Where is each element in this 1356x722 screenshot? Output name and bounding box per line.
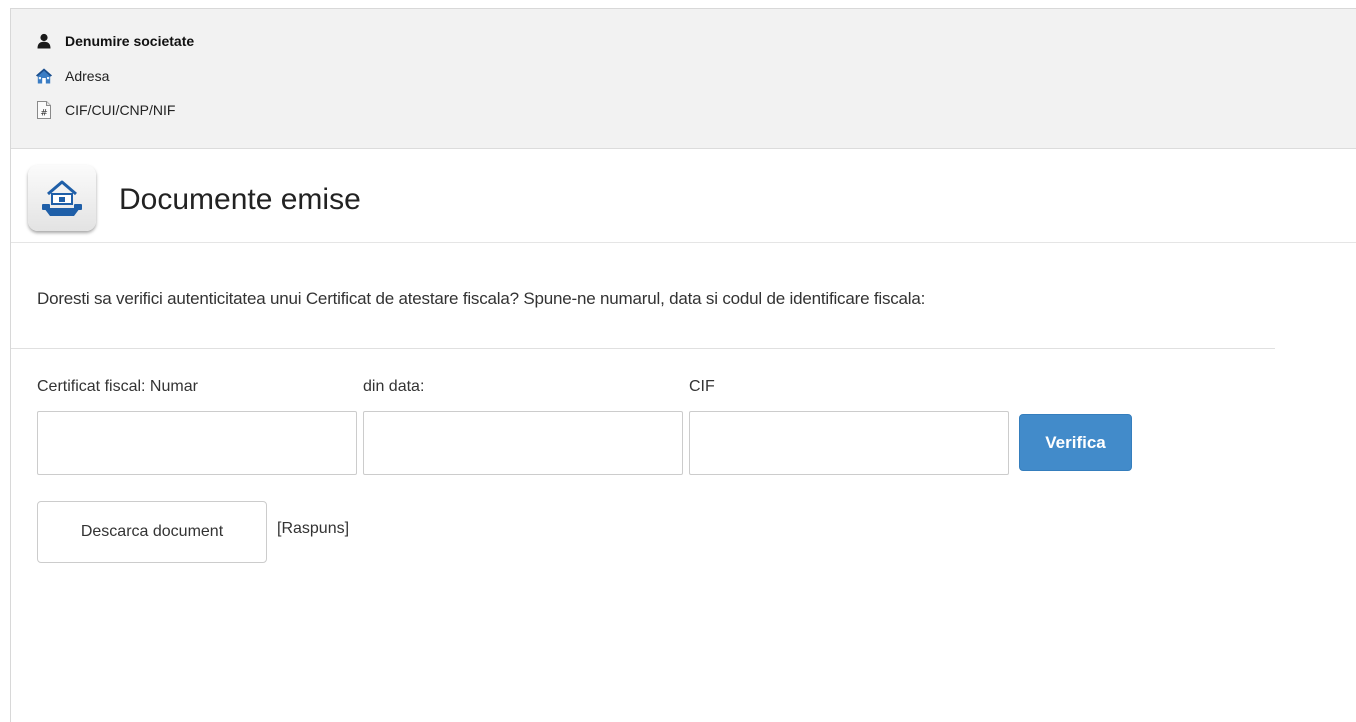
house-document-icon [28, 165, 96, 231]
company-name-label: Denumire societate [65, 33, 195, 49]
company-address-row: Adresa [35, 65, 109, 87]
page-title: Documente emise [119, 183, 361, 216]
document-hash-icon: # [35, 101, 53, 119]
page-frame: Denumire societate Adresa # CIF/CUI/CNP/… [10, 8, 1356, 722]
user-icon [35, 32, 53, 50]
svg-text:#: # [40, 109, 48, 119]
certificate-number-input[interactable] [37, 411, 357, 475]
company-info-panel: Denumire societate Adresa # CIF/CUI/CNP/… [11, 9, 1356, 149]
company-id-row: # CIF/CUI/CNP/NIF [35, 99, 175, 121]
verification-question: Doresti sa verifici autenticitatea unui … [37, 289, 926, 308]
certificate-date-input[interactable] [363, 411, 683, 475]
company-name-row: Denumire societate [35, 30, 194, 52]
certificate-date-label: din data: [363, 378, 425, 395]
verify-button[interactable]: Verifica [1019, 414, 1132, 471]
home-icon [35, 67, 53, 85]
company-address-label: Adresa [65, 68, 110, 84]
response-text: [Raspuns] [277, 520, 350, 537]
cif-input[interactable] [689, 411, 1009, 475]
section-header: Documente emise [11, 150, 1356, 243]
company-id-label: CIF/CUI/CNP/NIF [65, 102, 176, 118]
certificate-number-label: Certificat fiscal: Numar [37, 378, 198, 395]
download-document-button[interactable]: Descarca document [37, 501, 267, 563]
divider [11, 348, 1275, 349]
cif-label: CIF [689, 378, 715, 395]
